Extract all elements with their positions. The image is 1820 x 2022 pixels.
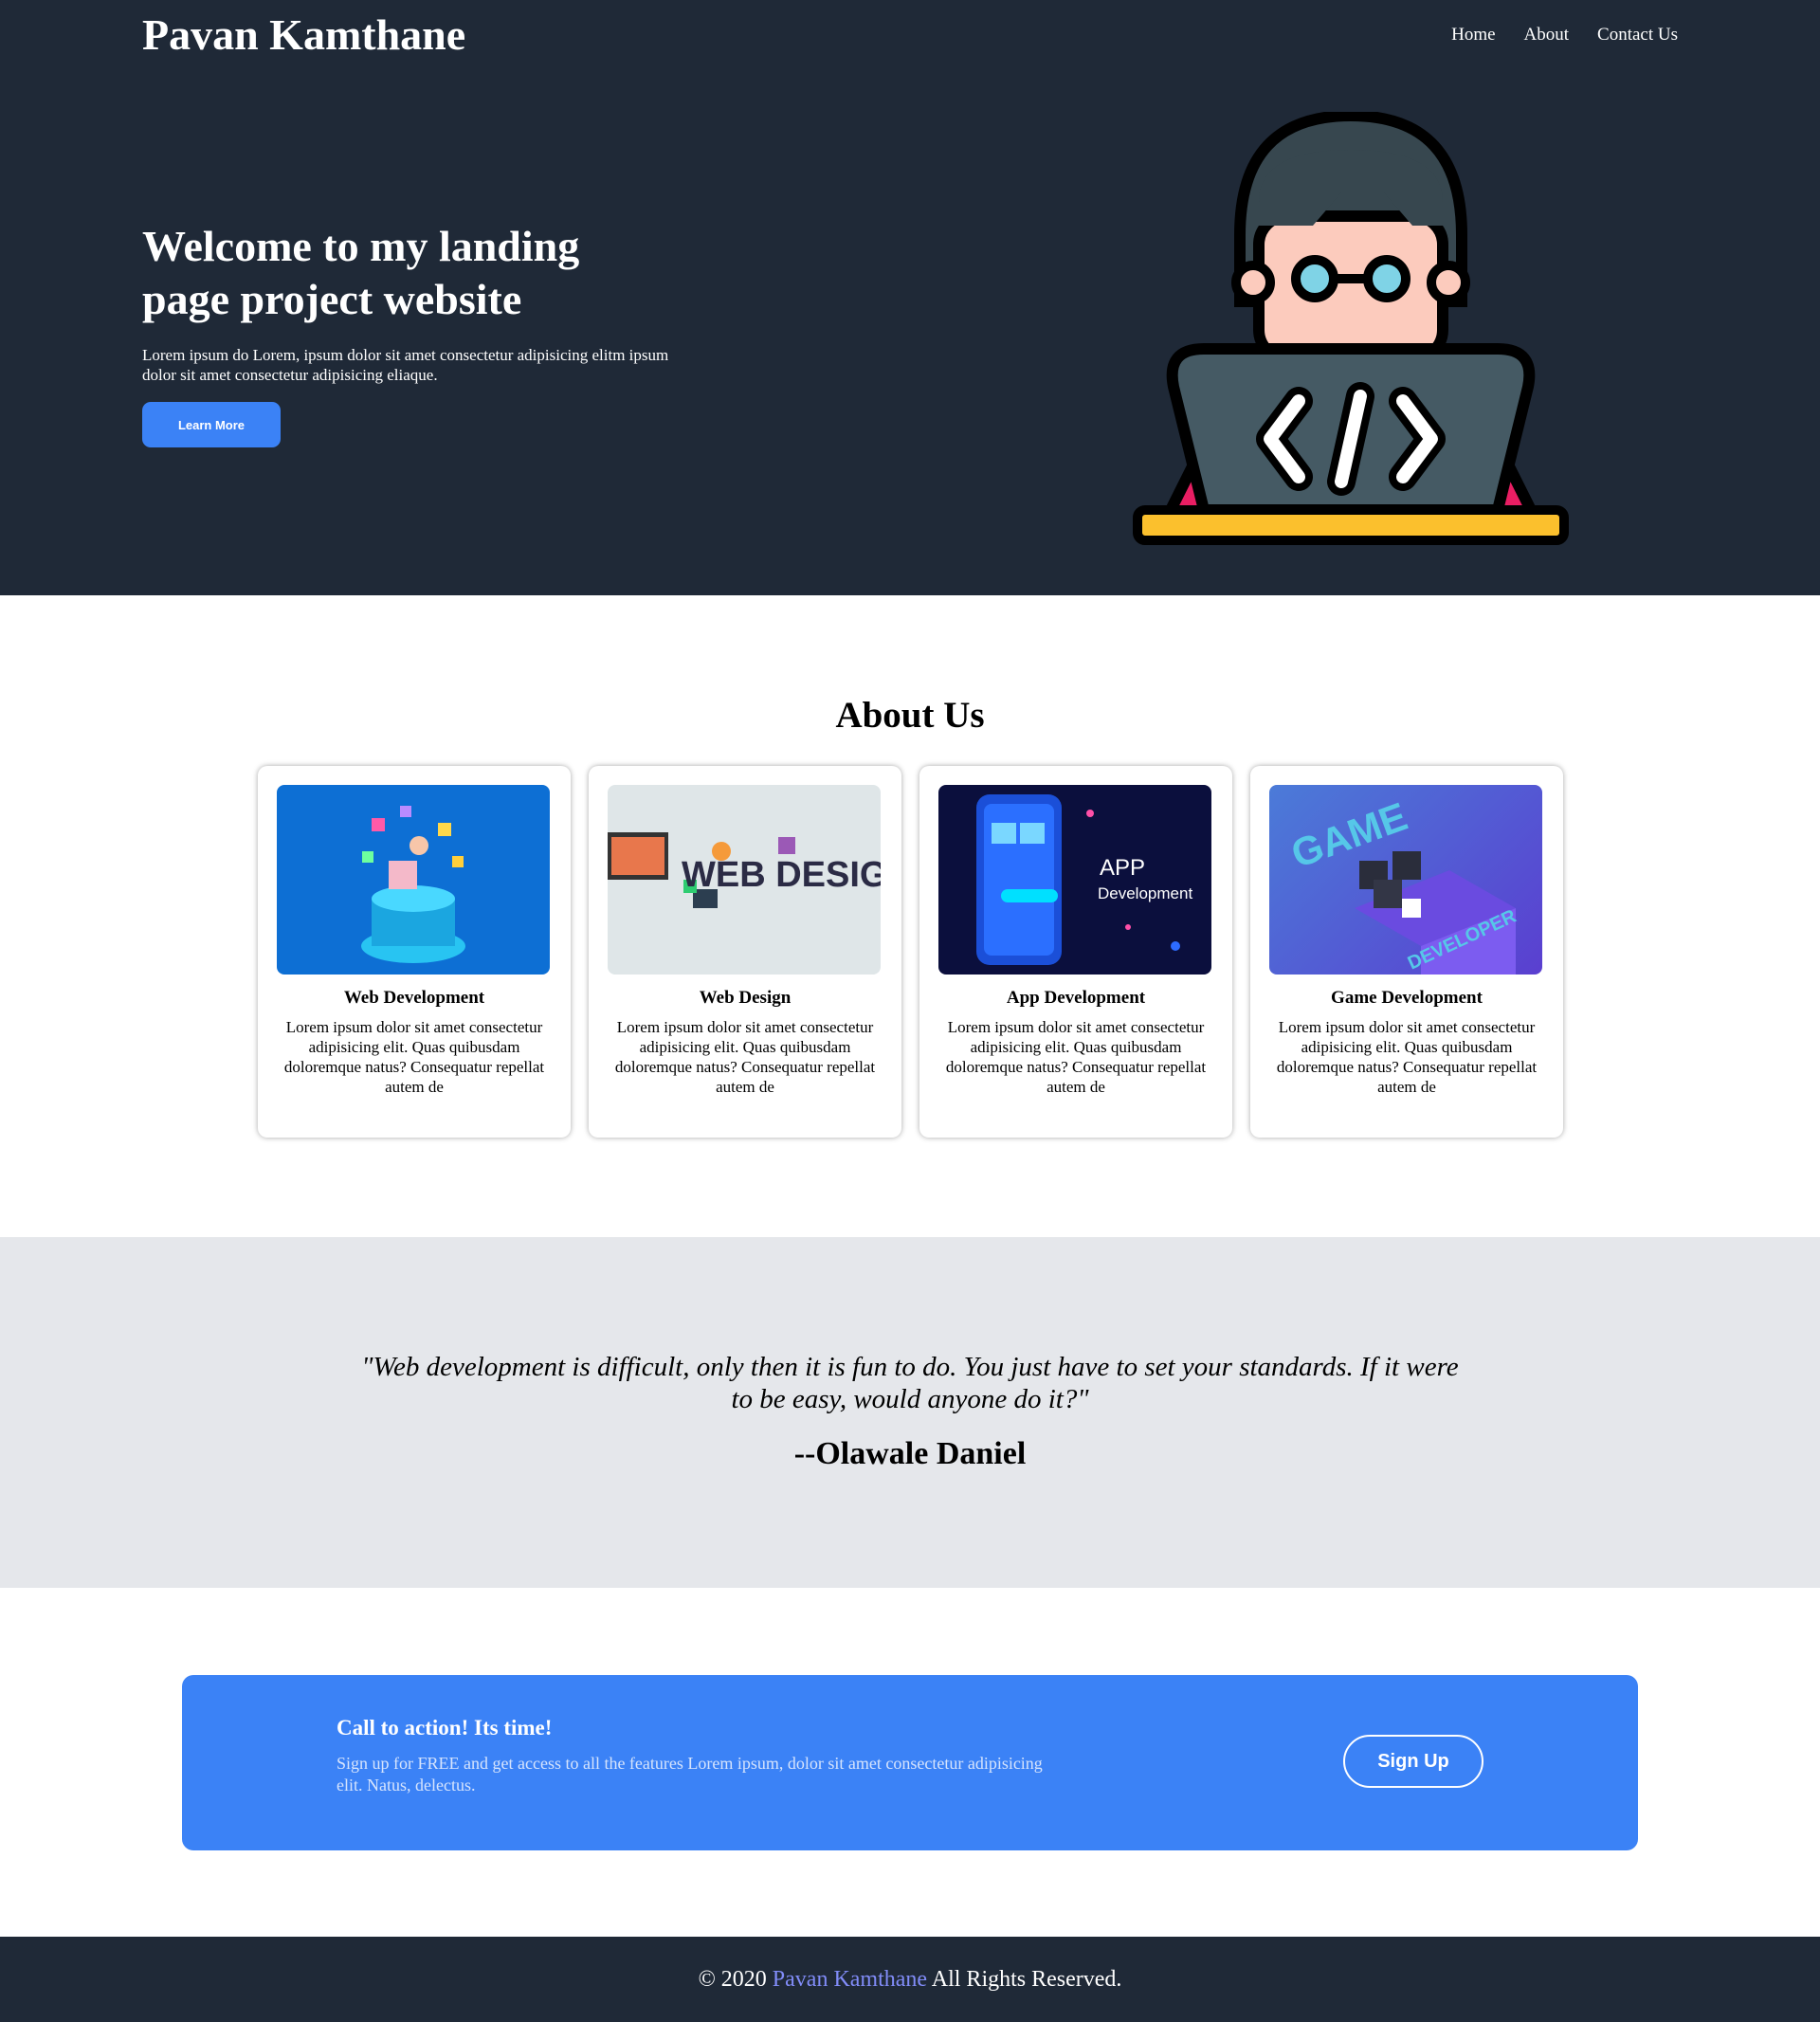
hero-subtitle: Lorem ipsum do Lorem, ipsum dolor sit am… <box>142 346 669 384</box>
card-title: Web Design <box>699 988 792 1008</box>
footer-copyright: © 2020 <box>698 1967 767 1992</box>
footer-author-link[interactable]: Pavan Kamthane <box>773 1967 927 1992</box>
card-web-development[interactable]: Web Development Lorem ipsum dolor sit am… <box>258 766 571 1138</box>
card-web-design[interactable]: WEB DESIGN Web Design Lorem ipsum dolor … <box>589 766 901 1138</box>
learn-more-button[interactable]: Learn More <box>142 402 281 447</box>
web-development-image <box>277 785 550 975</box>
site-brand[interactable]: Pavan Kamthane <box>142 9 465 60</box>
hero-section: Pavan Kamthane Home About Contact Us Wel… <box>0 0 1820 595</box>
about-title: About Us <box>835 695 985 736</box>
top-nav: Home About Contact Us <box>1451 25 1678 46</box>
cta-text: Sign up for FREE and get access to all t… <box>337 1754 1043 1794</box>
cta-title: Call to action! Its time! <box>337 1716 553 1740</box>
footer-rights: All Rights Reserved. <box>931 1967 1122 1992</box>
card-title: Web Development <box>343 988 485 1008</box>
developer-illustration <box>1133 112 1569 545</box>
service-cards: Web Development Lorem ipsum dolor sit am… <box>258 766 1563 1138</box>
app-development-image: APP Development <box>938 785 1211 975</box>
web-design-image-text: WEB DESIGN <box>682 855 881 895</box>
card-game-development[interactable]: GAME DEVELOPER Game Development Lorem ip… <box>1250 766 1563 1138</box>
card-app-development[interactable]: APP Development App Development Lorem ip… <box>919 766 1232 1138</box>
card-text: Lorem ipsum dolor sit amet consectetur a… <box>945 1018 1207 1096</box>
card-text: Lorem ipsum dolor sit amet consectetur a… <box>614 1018 876 1096</box>
app-image-text: APP <box>1100 855 1145 881</box>
cta-box: Call to action! Its time! Sign up for FR… <box>182 1675 1638 1850</box>
hero-text: Welcome to my landing page project websi… <box>142 220 673 385</box>
card-title: App Development <box>1006 988 1146 1008</box>
hero-title: Welcome to my landing page project websi… <box>142 222 580 323</box>
nav-about-link[interactable]: About <box>1524 25 1570 46</box>
card-title: Game Development <box>1331 988 1483 1008</box>
app-image-subtext: Development <box>1098 884 1192 902</box>
card-text: Lorem ipsum dolor sit amet consectetur a… <box>1276 1018 1538 1096</box>
about-section: About Us Web Development Lorem ipsum dol… <box>0 595 1820 1237</box>
sign-up-button[interactable]: Sign Up <box>1343 1735 1483 1788</box>
game-development-image: GAME DEVELOPER <box>1269 785 1542 975</box>
footer: © 2020 Pavan Kamthane All Rights Reserve… <box>0 1937 1820 2022</box>
card-text: Lorem ipsum dolor sit amet consectetur a… <box>283 1018 545 1096</box>
quote-section: "Web development is difficult, only then… <box>0 1237 1820 1588</box>
cta-section: Call to action! Its time! Sign up for FR… <box>0 1588 1820 1937</box>
quote-text: "Web development is difficult, only then… <box>361 1352 1459 1414</box>
nav-home-link[interactable]: Home <box>1451 25 1495 46</box>
web-design-image: WEB DESIGN <box>608 785 881 975</box>
nav-contact-link[interactable]: Contact Us <box>1597 25 1678 46</box>
quote-author: --Olawale Daniel <box>793 1436 1027 1471</box>
